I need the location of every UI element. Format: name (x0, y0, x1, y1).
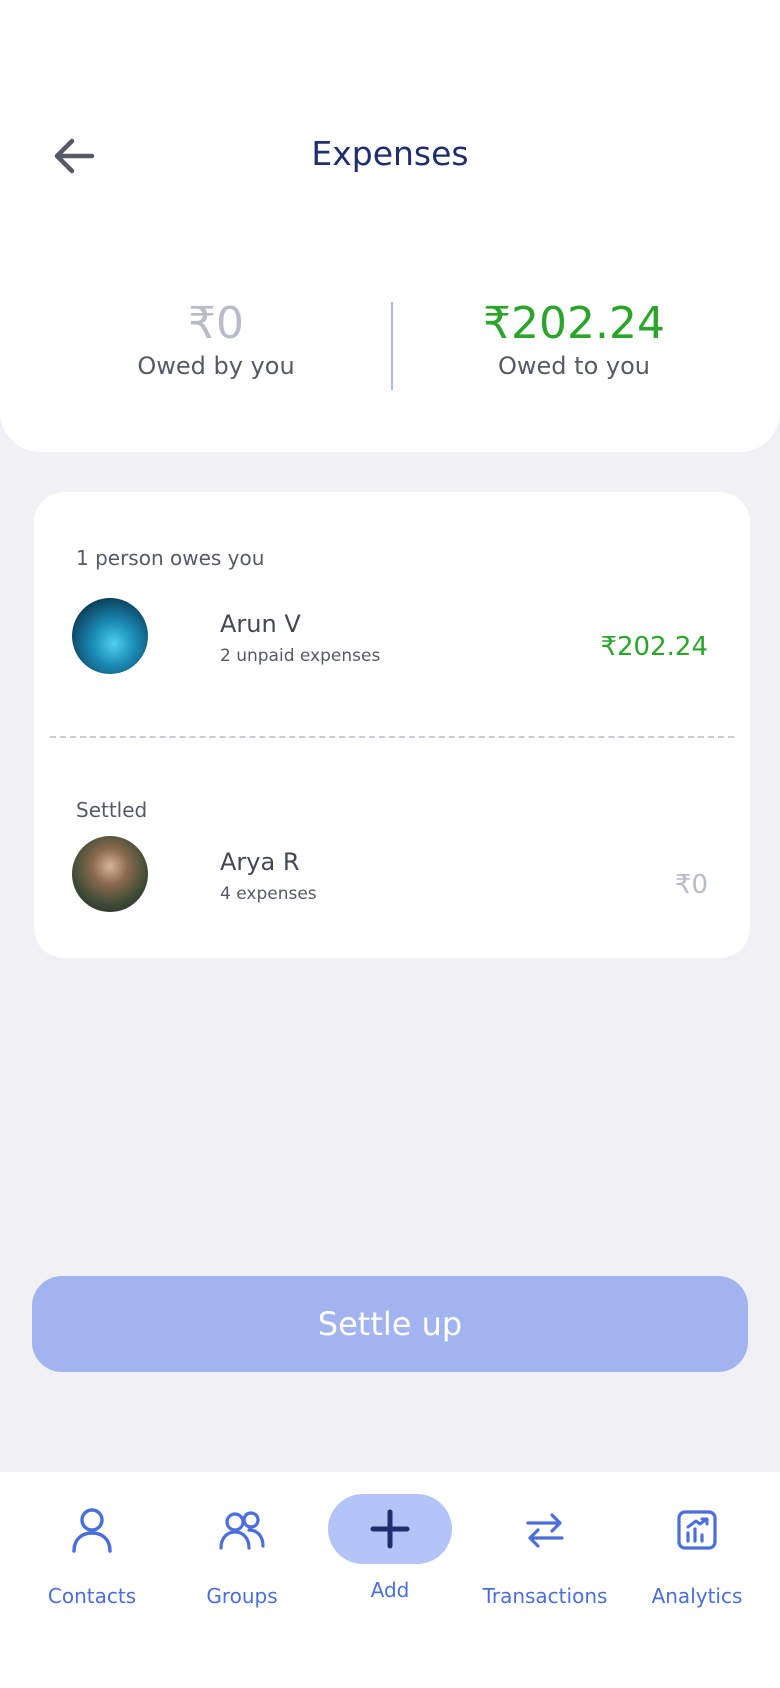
nav-label: Analytics (651, 1584, 743, 1608)
owed-to-you-label: Owed to you (498, 352, 650, 380)
owed-by-you-summary: ₹0 Owed by you (66, 296, 366, 380)
add-button[interactable] (328, 1494, 452, 1564)
expenses-screen: Expenses ₹0 Owed by you ₹202.24 Owed to … (0, 0, 780, 1688)
person-expense-count: 2 unpaid expenses (220, 646, 381, 666)
nav-label: Groups (206, 1584, 278, 1608)
person-name: Arya R (220, 848, 300, 876)
person-row-arya[interactable]: Arya R 4 expenses ₹0 (72, 836, 708, 914)
nav-groups[interactable]: Groups (186, 1492, 298, 1622)
person-name: Arun V (220, 610, 301, 638)
person-icon (62, 1500, 122, 1560)
person-row-arun[interactable]: Arun V 2 unpaid expenses ₹202.24 (72, 598, 708, 676)
page-title: Expenses (311, 134, 469, 173)
plus-icon (370, 1509, 410, 1549)
balance-summary: ₹0 Owed by you ₹202.24 Owed to you (0, 296, 780, 392)
nav-label: Add (370, 1578, 410, 1602)
section-divider (50, 736, 734, 738)
nav-contacts[interactable]: Contacts (30, 1492, 154, 1622)
owed-by-you-label: Owed by you (137, 352, 295, 380)
balances-card: 1 person owes you Arun V 2 unpaid expens… (34, 492, 750, 958)
owed-to-you-amount: ₹202.24 (483, 298, 665, 349)
nav-label: Transactions (482, 1584, 608, 1608)
summary-divider (391, 302, 393, 390)
transfer-arrows-icon (515, 1500, 575, 1560)
person-expense-count: 4 expenses (220, 884, 317, 904)
person-amount: ₹202.24 (600, 632, 708, 662)
chart-icon (667, 1500, 727, 1560)
owing-section-label: 1 person owes you (76, 546, 265, 570)
group-icon (212, 1500, 272, 1560)
bottom-nav: Contacts Groups Add Transactions Analyti… (0, 1472, 780, 1688)
person-amount: ₹0 (674, 870, 708, 900)
owed-to-you-summary: ₹202.24 Owed to you (424, 296, 724, 380)
nav-add[interactable]: Add (320, 1492, 460, 1622)
nav-label: Contacts (47, 1584, 137, 1608)
nav-transactions[interactable]: Transactions (472, 1492, 618, 1622)
settled-section-label: Settled (76, 798, 148, 822)
avatar (72, 598, 148, 674)
owed-by-you-amount: ₹0 (188, 298, 244, 349)
settle-up-button[interactable]: Settle up (32, 1276, 748, 1372)
nav-analytics[interactable]: Analytics (636, 1492, 758, 1622)
avatar (72, 836, 148, 912)
summary-header: Expenses ₹0 Owed by you ₹202.24 Owed to … (0, 0, 780, 452)
